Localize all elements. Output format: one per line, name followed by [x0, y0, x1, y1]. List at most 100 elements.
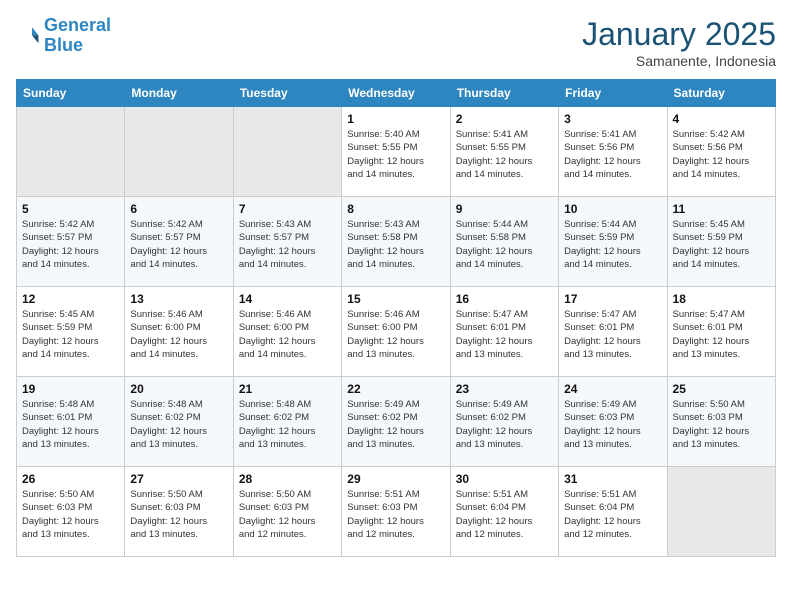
day-number: 20 — [130, 382, 227, 396]
calendar-header-row: SundayMondayTuesdayWednesdayThursdayFrid… — [17, 80, 776, 107]
day-number: 6 — [130, 202, 227, 216]
day-number: 24 — [564, 382, 661, 396]
calendar-cell: 23 Sunrise: 5:49 AM Sunset: 6:02 PM Dayli… — [450, 377, 558, 467]
header-sunday: Sunday — [17, 80, 125, 107]
calendar-cell — [233, 107, 341, 197]
day-info: Sunrise: 5:51 AM Sunset: 6:03 PM Dayligh… — [347, 488, 444, 541]
calendar-cell: 14Sunrise: 5:46 AM Sunset: 6:00 PM Dayli… — [233, 287, 341, 377]
calendar-cell: 18 Sunrise: 5:47 AM Sunset: 6:01 PM Dayli… — [667, 287, 775, 377]
day-number: 26 — [22, 472, 119, 486]
day-number: 14 — [239, 292, 336, 306]
calendar-cell: 5 Sunrise: 5:42 AM Sunset: 5:57 PM Daylig… — [17, 197, 125, 287]
day-info: Sunrise: 5:50 AM Sunset: 6:03 PM Dayligh… — [239, 488, 336, 541]
day-number: 25 — [673, 382, 770, 396]
logo-icon — [16, 24, 40, 48]
calendar-cell: 24 Sunrise: 5:49 AM Sunset: 6:03 PM Dayli… — [559, 377, 667, 467]
header-thursday: Thursday — [450, 80, 558, 107]
day-info: Sunrise: 5:51 AM Sunset: 6:04 PM Dayligh… — [456, 488, 553, 541]
calendar-cell: 27Sunrise: 5:50 AM Sunset: 6:03 PM Dayli… — [125, 467, 233, 557]
month-title: January 2025 — [582, 16, 776, 53]
day-info: Sunrise: 5:49 AM Sunset: 6:03 PM Dayligh… — [564, 398, 661, 451]
calendar-cell: 9 Sunrise: 5:44 AM Sunset: 5:58 PM Daylig… — [450, 197, 558, 287]
day-number: 18 — [673, 292, 770, 306]
day-info: Sunrise: 5:42 AM Sunset: 5:56 PM Dayligh… — [673, 128, 770, 181]
page-header: General Blue January 2025 Samanente, Ind… — [16, 16, 776, 69]
day-number: 31 — [564, 472, 661, 486]
day-number: 23 — [456, 382, 553, 396]
calendar-cell: 13 Sunrise: 5:46 AM Sunset: 6:00 PM Dayli… — [125, 287, 233, 377]
header-saturday: Saturday — [667, 80, 775, 107]
day-number: 13 — [130, 292, 227, 306]
calendar-cell: 7Sunrise: 5:43 AM Sunset: 5:57 PM Daylig… — [233, 197, 341, 287]
day-info: Sunrise: 5:42 AM Sunset: 5:57 PM Dayligh… — [22, 218, 119, 271]
calendar-cell: 1 Sunrise: 5:40 AM Sunset: 5:55 PM Daylig… — [342, 107, 450, 197]
header-monday: Monday — [125, 80, 233, 107]
day-number: 19 — [22, 382, 119, 396]
day-info: Sunrise: 5:49 AM Sunset: 6:02 PM Dayligh… — [456, 398, 553, 451]
day-info: Sunrise: 5:47 AM Sunset: 6:01 PM Dayligh… — [673, 308, 770, 361]
calendar-cell: 31 Sunrise: 5:51 AM Sunset: 6:04 PM Dayli… — [559, 467, 667, 557]
day-number: 8 — [347, 202, 444, 216]
calendar-cell: 28 Sunrise: 5:50 AM Sunset: 6:03 PM Dayli… — [233, 467, 341, 557]
day-info: Sunrise: 5:48 AM Sunset: 6:02 PM Dayligh… — [239, 398, 336, 451]
calendar-cell: 6 Sunrise: 5:42 AM Sunset: 5:57 PM Daylig… — [125, 197, 233, 287]
day-info: Sunrise: 5:48 AM Sunset: 6:02 PM Dayligh… — [130, 398, 227, 451]
day-number: 11 — [673, 202, 770, 216]
day-info: Sunrise: 5:40 AM Sunset: 5:55 PM Dayligh… — [347, 128, 444, 181]
calendar-cell: 15Sunrise: 5:46 AM Sunset: 6:00 PM Dayli… — [342, 287, 450, 377]
calendar-week-4: 26 Sunrise: 5:50 AM Sunset: 6:03 PM Dayli… — [17, 467, 776, 557]
calendar-week-1: 5 Sunrise: 5:42 AM Sunset: 5:57 PM Daylig… — [17, 197, 776, 287]
day-number: 7 — [239, 202, 336, 216]
calendar-week-3: 19 Sunrise: 5:48 AM Sunset: 6:01 PM Dayli… — [17, 377, 776, 467]
day-number: 5 — [22, 202, 119, 216]
header-wednesday: Wednesday — [342, 80, 450, 107]
day-number: 17 — [564, 292, 661, 306]
day-info: Sunrise: 5:50 AM Sunset: 6:03 PM Dayligh… — [673, 398, 770, 451]
calendar-cell: 12Sunrise: 5:45 AM Sunset: 5:59 PM Dayli… — [17, 287, 125, 377]
calendar-cell: 4Sunrise: 5:42 AM Sunset: 5:56 PM Daylig… — [667, 107, 775, 197]
day-number: 21 — [239, 382, 336, 396]
calendar-cell — [17, 107, 125, 197]
day-info: Sunrise: 5:44 AM Sunset: 5:59 PM Dayligh… — [564, 218, 661, 271]
calendar-cell: 17 Sunrise: 5:47 AM Sunset: 6:01 PM Dayli… — [559, 287, 667, 377]
logo: General Blue — [16, 16, 111, 56]
day-number: 12 — [22, 292, 119, 306]
day-number: 15 — [347, 292, 444, 306]
day-info: Sunrise: 5:48 AM Sunset: 6:01 PM Dayligh… — [22, 398, 119, 451]
day-info: Sunrise: 5:51 AM Sunset: 6:04 PM Dayligh… — [564, 488, 661, 541]
calendar-cell: 8 Sunrise: 5:43 AM Sunset: 5:58 PM Daylig… — [342, 197, 450, 287]
calendar-cell: 19 Sunrise: 5:48 AM Sunset: 6:01 PM Dayli… — [17, 377, 125, 467]
day-number: 2 — [456, 112, 553, 126]
day-info: Sunrise: 5:43 AM Sunset: 5:58 PM Dayligh… — [347, 218, 444, 271]
day-number: 3 — [564, 112, 661, 126]
day-info: Sunrise: 5:44 AM Sunset: 5:58 PM Dayligh… — [456, 218, 553, 271]
header-friday: Friday — [559, 80, 667, 107]
day-info: Sunrise: 5:41 AM Sunset: 5:56 PM Dayligh… — [564, 128, 661, 181]
day-number: 1 — [347, 112, 444, 126]
day-number: 29 — [347, 472, 444, 486]
day-number: 9 — [456, 202, 553, 216]
day-number: 28 — [239, 472, 336, 486]
day-info: Sunrise: 5:46 AM Sunset: 6:00 PM Dayligh… — [130, 308, 227, 361]
calendar-cell: 2Sunrise: 5:41 AM Sunset: 5:55 PM Daylig… — [450, 107, 558, 197]
calendar-week-0: 1 Sunrise: 5:40 AM Sunset: 5:55 PM Daylig… — [17, 107, 776, 197]
day-number: 27 — [130, 472, 227, 486]
day-info: Sunrise: 5:47 AM Sunset: 6:01 PM Dayligh… — [564, 308, 661, 361]
logo-text: General Blue — [44, 16, 111, 56]
calendar-cell — [125, 107, 233, 197]
calendar-cell: 25 Sunrise: 5:50 AM Sunset: 6:03 PM Dayli… — [667, 377, 775, 467]
subtitle: Samanente, Indonesia — [582, 53, 776, 69]
calendar-cell: 29 Sunrise: 5:51 AM Sunset: 6:03 PM Dayli… — [342, 467, 450, 557]
day-info: Sunrise: 5:47 AM Sunset: 6:01 PM Dayligh… — [456, 308, 553, 361]
calendar-cell — [667, 467, 775, 557]
calendar-cell: 20 Sunrise: 5:48 AM Sunset: 6:02 PM Dayli… — [125, 377, 233, 467]
day-info: Sunrise: 5:42 AM Sunset: 5:57 PM Dayligh… — [130, 218, 227, 271]
day-number: 10 — [564, 202, 661, 216]
calendar-week-2: 12Sunrise: 5:45 AM Sunset: 5:59 PM Dayli… — [17, 287, 776, 377]
calendar-cell: 10 Sunrise: 5:44 AM Sunset: 5:59 PM Dayli… — [559, 197, 667, 287]
day-number: 16 — [456, 292, 553, 306]
calendar-table: SundayMondayTuesdayWednesdayThursdayFrid… — [16, 79, 776, 557]
calendar-cell: 21 Sunrise: 5:48 AM Sunset: 6:02 PM Dayli… — [233, 377, 341, 467]
day-info: Sunrise: 5:50 AM Sunset: 6:03 PM Dayligh… — [22, 488, 119, 541]
calendar-cell: 11Sunrise: 5:45 AM Sunset: 5:59 PM Dayli… — [667, 197, 775, 287]
